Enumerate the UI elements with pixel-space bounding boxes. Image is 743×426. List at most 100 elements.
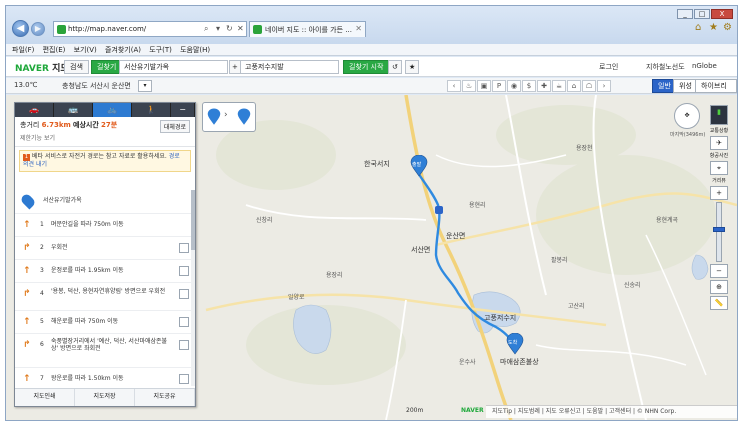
category-prev-icon[interactable]: ‹: [447, 80, 461, 92]
route-step[interactable]: ↑ 1 며문안길을 따라 750m 이동: [15, 214, 195, 237]
close-window-button[interactable]: X: [711, 9, 733, 19]
tab-close-icon[interactable]: ✕: [355, 24, 362, 33]
zoom-out-button[interactable]: −: [710, 264, 728, 278]
map-label: 고산리: [568, 303, 585, 310]
dropdown-icon[interactable]: ▾: [216, 24, 220, 33]
step-number: 1: [40, 221, 44, 228]
panel-scrollbar-thumb[interactable]: [191, 190, 195, 250]
step-roadview-icon[interactable]: [179, 289, 189, 299]
subway-link[interactable]: 지하철노선도: [646, 62, 685, 72]
stop-icon[interactable]: ✕: [237, 24, 244, 33]
mode-car-icon[interactable]: 🚗: [15, 103, 55, 117]
arrow-right-icon: ›: [224, 110, 228, 120]
alt-route-button[interactable]: 대체경로: [159, 120, 190, 133]
save-map-button[interactable]: 지도저장: [75, 389, 135, 406]
route-sub-info[interactable]: 제한기능 보기: [20, 133, 190, 142]
step-roadview-icon[interactable]: [179, 374, 189, 384]
step-text: 며문안길을 따라 750m 이동: [51, 221, 124, 228]
hospital-category-icon[interactable]: ✚: [537, 80, 551, 92]
login-link[interactable]: 로그인: [599, 62, 618, 72]
back-button[interactable]: ◀: [12, 20, 29, 37]
step-roadview-icon[interactable]: [179, 317, 189, 327]
shopping-category-icon[interactable]: ⌂: [567, 80, 581, 92]
compass-icon[interactable]: ✥: [674, 103, 700, 129]
share-map-button[interactable]: 지도공유: [135, 389, 195, 406]
step-number: 5: [40, 318, 44, 325]
panel-scrollbar[interactable]: [191, 190, 195, 386]
browser-tab[interactable]: 네이버 지도 :: 아이를 가든 ... ✕: [249, 21, 366, 37]
zoom-slider[interactable]: [713, 202, 725, 262]
reset-icon[interactable]: ↺: [388, 60, 402, 74]
food-category-icon[interactable]: ♨: [462, 80, 476, 92]
maximize-button[interactable]: □: [694, 9, 710, 19]
menu-favorites[interactable]: 즐겨찾기(A): [105, 45, 141, 55]
mode-walk-icon[interactable]: 🚶: [132, 103, 172, 117]
panel-collapse-icon[interactable]: −: [171, 103, 196, 117]
bank-category-icon[interactable]: $: [522, 80, 536, 92]
menu-help[interactable]: 도움말(H): [180, 45, 210, 55]
tab-route[interactable]: 길찾기: [91, 60, 123, 74]
bus-category-icon[interactable]: ▣: [477, 80, 491, 92]
menu-file[interactable]: 파일(F): [12, 45, 34, 55]
location-dropdown[interactable]: ▾: [138, 80, 152, 92]
home-icon[interactable]: ⌂: [695, 22, 701, 33]
zoom-slider-thumb[interactable]: [713, 227, 725, 232]
beta-notice: 1 베타 서비스로 자전거 경로는 참고 자료로 활용하세요. 경로 의견 내기: [19, 150, 191, 172]
parking-category-icon[interactable]: P: [492, 80, 506, 92]
map-label: 신송리: [624, 282, 641, 289]
route-step[interactable]: ↑ 7 왕운로를 따라 1.50km 이동: [15, 368, 195, 387]
tab-search[interactable]: 검색: [64, 60, 89, 74]
minimize-button[interactable]: _: [677, 9, 693, 19]
browser-titlebar: ◀ ▶ http://map.naver.com/ ⌕ ▾ ↻ ✕ 네이버 지도…: [6, 6, 737, 44]
menu-edit[interactable]: 편집(E): [43, 45, 66, 55]
category-next-icon[interactable]: ›: [597, 80, 611, 92]
settings-gear-icon[interactable]: ⚙: [723, 22, 732, 33]
route-step[interactable]: ↱ 6 숙풍별장거리에서 '예산, 덕산, 서산마애삼존불상' 방면으로 좌회전: [15, 334, 195, 368]
route-step[interactable]: ↑ 3 운정로를 따라 1.95km 이동: [15, 260, 195, 283]
route-panel: 🚗 🚌 🚲 🚶 − 총거리 6.73km 예상시간 27분 제한기능 보기 대체…: [14, 102, 196, 407]
print-map-button[interactable]: 지도인쇄: [15, 389, 75, 406]
ruler-icon[interactable]: 📏: [710, 296, 728, 310]
naver-logo[interactable]: NAVER 지도: [15, 61, 69, 74]
forward-button[interactable]: ▶: [31, 22, 45, 36]
browser-window: ◀ ▶ http://map.naver.com/ ⌕ ▾ ↻ ✕ 네이버 지도…: [5, 5, 738, 421]
hotel-category-icon[interactable]: ☖: [582, 80, 596, 92]
route-shield: [435, 206, 443, 214]
favorite-route-icon[interactable]: ★: [405, 60, 420, 74]
cafe-category-icon[interactable]: ☕: [552, 80, 566, 92]
destination-input[interactable]: 고풍저수지발: [240, 60, 339, 74]
nglobe-link[interactable]: nGlobe: [692, 62, 717, 70]
traffic-icon[interactable]: ▮: [710, 105, 728, 125]
refresh-icon[interactable]: ↻: [226, 24, 233, 33]
mode-transit-icon[interactable]: 🚌: [54, 103, 94, 117]
start-end-toggle[interactable]: ›: [202, 102, 256, 132]
notice-number: 1: [23, 154, 30, 161]
step-roadview-icon[interactable]: [179, 340, 189, 350]
gas-category-icon[interactable]: ◉: [507, 80, 521, 92]
zoom-in-button[interactable]: +: [710, 186, 728, 200]
route-step[interactable]: ↑ 5 해운로를 따라 750m 이동: [15, 311, 195, 334]
start-step[interactable]: 서산유기발가옥: [15, 190, 195, 214]
map-canvas[interactable]: 한국서지 서산면 운산면 용현리 고풍저수지 운수사 마애삼존불상 용장리 일양…: [6, 95, 737, 420]
origin-input[interactable]: 서산유기발가옥: [119, 60, 228, 74]
step-roadview-icon[interactable]: [179, 266, 189, 276]
route-step[interactable]: ↱ 2 우회전: [15, 237, 195, 260]
search-icon[interactable]: ⌕: [204, 24, 208, 34]
route-summary: 총거리 6.73km 예상시간 27분 제한기능 보기 대체경로: [15, 117, 195, 147]
address-bar[interactable]: http://map.naver.com/ ⌕ ▾ ↻ ✕: [53, 21, 247, 37]
view-hybrid-button[interactable]: 하이브리드: [695, 79, 737, 102]
current-location: 충청남도 서산시 운산면: [62, 82, 131, 90]
route-search-button[interactable]: 길찾기 시작: [343, 60, 390, 74]
magnify-icon[interactable]: ⊕: [710, 280, 728, 294]
aerial-photo-icon[interactable]: ✈: [710, 136, 728, 150]
menu-view[interactable]: 보기(V): [74, 45, 97, 55]
favorites-star-icon[interactable]: ★: [709, 22, 718, 33]
end-pin-label: 도착: [508, 340, 518, 346]
step-roadview-icon[interactable]: [179, 243, 189, 253]
map-label: 용장리: [326, 272, 343, 279]
map-status-bar[interactable]: 지도Tip | 지도범례 | 지도 오류신고 | 도움말 | 고객센터 | © …: [486, 405, 737, 418]
mode-bicycle-icon[interactable]: 🚲: [93, 103, 133, 117]
menu-tools[interactable]: 도구(T): [149, 45, 172, 55]
street-view-icon[interactable]: ⌖: [710, 161, 728, 175]
route-step[interactable]: ↱ 4 '용봉, 덕산, 용현자연휴양림' 방면으로 우회전: [15, 283, 195, 311]
